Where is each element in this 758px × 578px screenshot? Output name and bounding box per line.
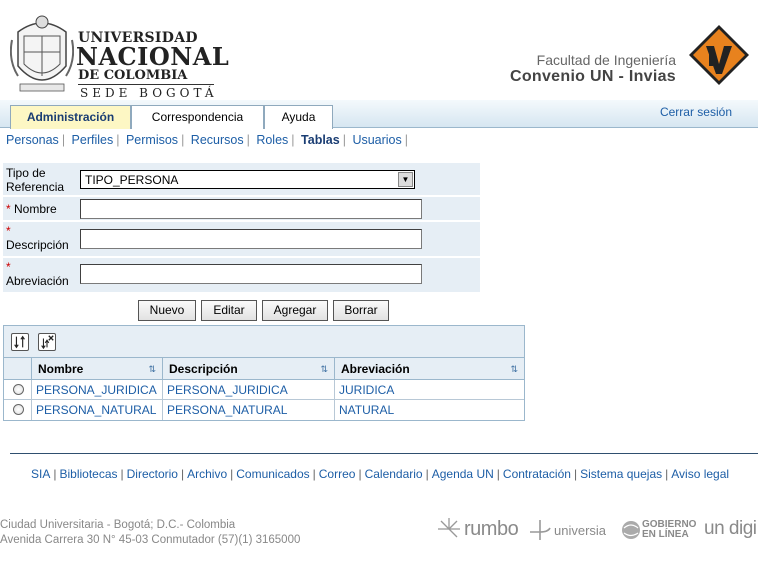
table-row[interactable]: PERSONA_NATURAL PERSONA_NATURAL NATURAL	[4, 400, 524, 420]
clear-sort-icon[interactable]	[38, 333, 56, 351]
column-header-nombre[interactable]: Nombre ⇅	[31, 358, 162, 380]
required-mark: *	[6, 202, 11, 216]
tab-correspondencia[interactable]: Correspondencia	[131, 105, 264, 129]
required-mark: *	[6, 224, 11, 238]
subnav-perfiles[interactable]: Perfiles	[72, 133, 114, 147]
cell-nombre[interactable]: PERSONA_JURIDICA	[31, 380, 162, 400]
dropdown-arrow-icon[interactable]: ▼	[398, 172, 413, 187]
footer-link-contratacion[interactable]: Contratación	[503, 467, 571, 481]
university-line3: DE COLOMBIA	[78, 68, 188, 83]
university-line2: NACIONAL	[76, 42, 230, 71]
sort-icon[interactable]: ⇅	[510, 358, 518, 380]
sort-icon[interactable]: ⇅	[320, 358, 328, 380]
row-abreviacion: * Abreviación	[3, 258, 480, 294]
row-select-radio[interactable]	[13, 404, 24, 415]
subnav-permisos[interactable]: Permisos	[126, 133, 178, 147]
university-rule	[78, 84, 214, 85]
footer-link-aviso-legal[interactable]: Aviso legal	[671, 467, 729, 481]
gobierno-en-linea-icon	[622, 521, 640, 539]
table-header: Nombre ⇅ Descripción ⇅ Abreviación ⇅	[4, 358, 524, 380]
footer-link-correo[interactable]: Correo	[319, 467, 356, 481]
subnav-tablas[interactable]: Tablas	[301, 133, 340, 147]
university-line4: SEDE BOGOTÁ	[80, 86, 218, 100]
descripcion-label: * Descripción	[6, 224, 69, 252]
nombre-input[interactable]	[80, 199, 422, 219]
row-nombre: * Nombre	[3, 197, 480, 222]
reference-form: Tipo de Referencia TIPO_PERSONA ▼ * Nomb…	[3, 163, 480, 294]
row-tipo-referencia: Tipo de Referencia TIPO_PERSONA ▼	[3, 163, 480, 197]
address-line1: Ciudad Universitaria - Bogotá; D.C.- Col…	[0, 519, 236, 531]
editar-button[interactable]: Editar	[201, 300, 257, 321]
address-line2: Avenida Carrera 30 N° 45-03 Conmutador (…	[0, 534, 301, 546]
form-buttons: Nuevo Editar Agregar Borrar	[138, 299, 394, 321]
descripcion-input[interactable]	[80, 229, 422, 249]
footer-divider	[10, 453, 758, 454]
main-navbar: Administración Correspondencia Ayuda Cer…	[0, 100, 758, 129]
footer-link-bibliotecas[interactable]: Bibliotecas	[59, 467, 117, 481]
table-row[interactable]: PERSONA_JURIDICA PERSONA_JURIDICA JURIDI…	[4, 380, 524, 400]
university-logo: UNIVERSIDAD NACIONAL DE COLOMBIA SEDE BO…	[10, 10, 229, 100]
footer-link-sia[interactable]: SIA	[31, 467, 50, 481]
cell-abreviacion[interactable]: NATURAL	[334, 400, 524, 420]
universia-icon	[530, 520, 551, 540]
required-mark: *	[6, 260, 11, 274]
abreviacion-label: * Abreviación	[6, 260, 69, 288]
footer-link-calendario[interactable]: Calendario	[365, 467, 423, 481]
column-header-abreviacion[interactable]: Abreviación ⇅	[334, 358, 524, 380]
abreviacion-input[interactable]	[80, 264, 422, 284]
subnav-usuarios[interactable]: Usuarios	[352, 133, 401, 147]
footer-link-sistema-quejas[interactable]: Sistema quejas	[580, 467, 662, 481]
sub-navigation: Personas | Perfiles | Permisos | Recursos | …	[6, 133, 409, 147]
crest-icon	[10, 15, 74, 92]
tipo-referencia-select[interactable]: TIPO_PERSONA ▼	[80, 170, 415, 189]
subnav-personas[interactable]: Personas	[6, 133, 59, 147]
tipo-referencia-label: Tipo de Referencia	[6, 166, 65, 194]
cell-descripcion[interactable]: PERSONA_JURIDICA	[162, 380, 334, 400]
footer-link-directorio[interactable]: Directorio	[127, 467, 178, 481]
cell-abreviacion[interactable]: JURIDICA	[334, 380, 524, 400]
cell-nombre[interactable]: PERSONA_NATURAL	[31, 400, 162, 420]
logout-link[interactable]: Cerrar sesión	[660, 105, 732, 119]
nuevo-button[interactable]: Nuevo	[138, 300, 196, 321]
tab-ayuda[interactable]: Ayuda	[264, 105, 333, 129]
subnav-recursos[interactable]: Recursos	[191, 133, 244, 147]
rumbo-icon	[438, 518, 460, 538]
sort-icon[interactable]: ⇅	[148, 358, 156, 380]
cell-descripcion[interactable]: PERSONA_NATURAL	[162, 400, 334, 420]
footer-link-archivo[interactable]: Archivo	[187, 467, 227, 481]
footer-links: SIA | Bibliotecas | Directorio | Archivo | Comun…	[31, 467, 730, 481]
tab-administracion[interactable]: Administración	[10, 105, 131, 129]
agregar-button[interactable]: Agregar	[262, 300, 328, 321]
subnav-roles[interactable]: Roles	[256, 133, 288, 147]
reorder-columns-icon[interactable]	[11, 333, 29, 351]
footer-link-comunicados[interactable]: Comunicados	[236, 467, 309, 481]
faculty-title: Facultad de Ingeniería	[536, 52, 676, 68]
row-select-radio[interactable]	[13, 384, 24, 395]
column-header-descripcion[interactable]: Descripción ⇅	[162, 358, 334, 380]
row-descripcion: * Descripción	[3, 222, 480, 258]
nombre-label: * Nombre	[6, 202, 57, 216]
borrar-button[interactable]: Borrar	[333, 300, 389, 321]
invias-logo-icon	[689, 25, 749, 85]
footer-link-agenda-un[interactable]: Agenda UN	[432, 467, 494, 481]
table-toolbar	[4, 326, 524, 358]
un-digital-logo[interactable]: un digi	[704, 518, 758, 544]
convenio-title: Convenio UN - Invias	[509, 68, 676, 85]
campus-address: Ciudad Universitaria - Bogotá; D.C.- Col…	[0, 518, 300, 548]
references-table: Nombre ⇅ Descripción ⇅ Abreviación ⇅ PERSON…	[3, 325, 525, 421]
tipo-referencia-value: TIPO_PERSONA	[85, 173, 179, 187]
